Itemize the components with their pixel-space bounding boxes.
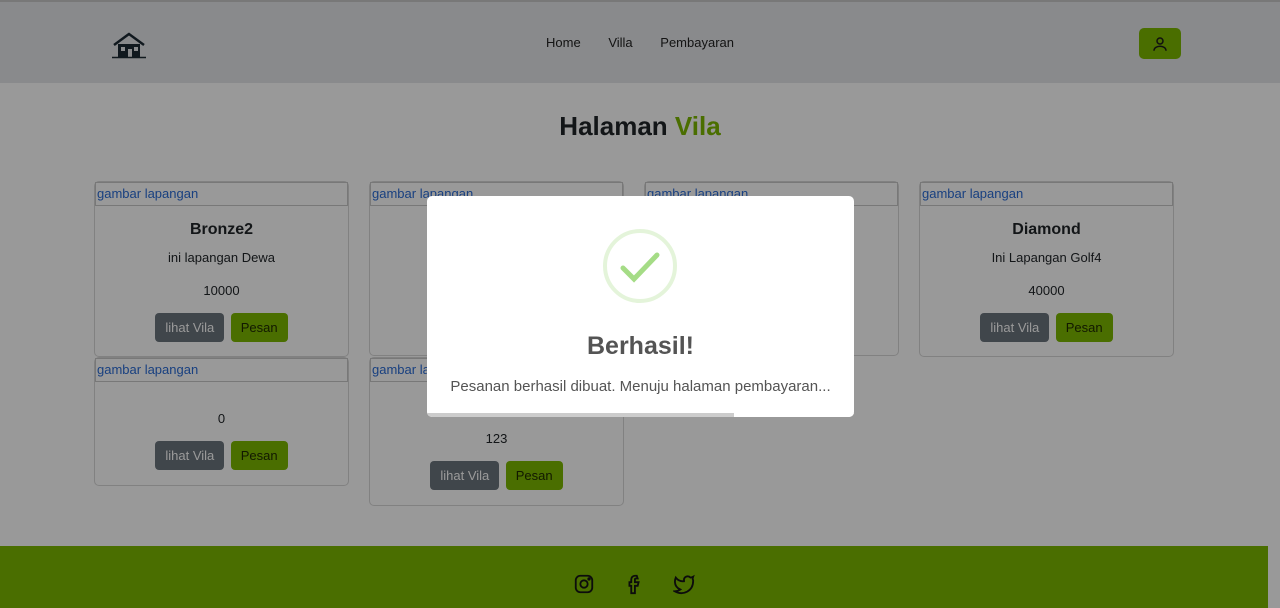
timer-progress-fill [427, 413, 735, 417]
success-dialog: Berhasil! Pesanan berhasil dibuat. Menuj… [427, 196, 854, 417]
dialog-message: Pesanan berhasil dibuat. Menuju halaman … [450, 378, 831, 395]
timer-progress-bar [427, 413, 854, 417]
dialog-title: Berhasil! [587, 332, 694, 360]
check-icon [603, 229, 677, 303]
